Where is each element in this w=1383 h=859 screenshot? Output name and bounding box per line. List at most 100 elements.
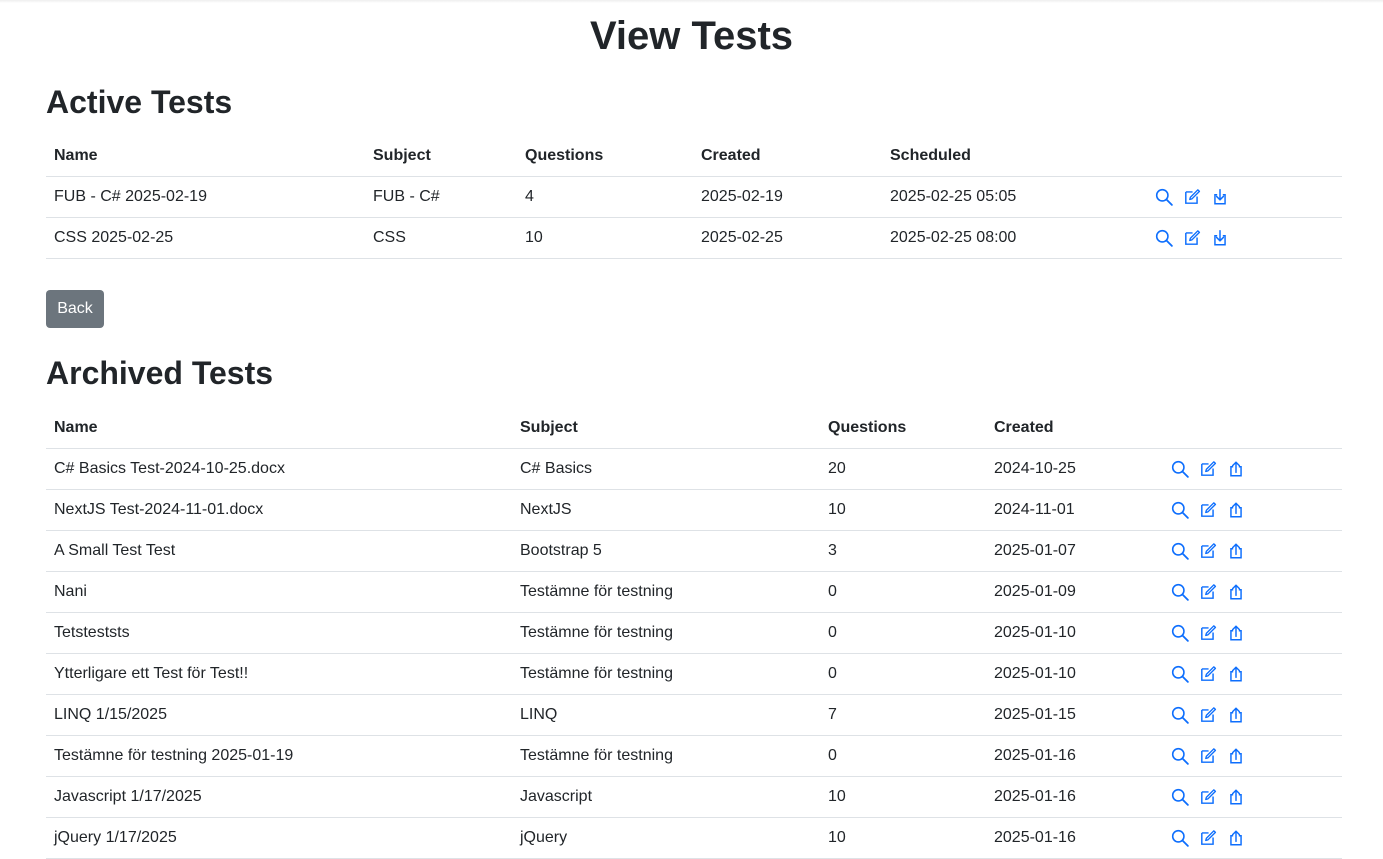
col-subject: Subject <box>365 136 517 177</box>
edit-icon[interactable] <box>1199 460 1217 478</box>
search-icon[interactable] <box>1171 788 1189 806</box>
search-icon[interactable] <box>1171 624 1189 642</box>
search-icon[interactable] <box>1155 229 1173 247</box>
search-icon[interactable] <box>1171 665 1189 683</box>
table-row: C# Basics Test-2024-10-25.docx C# Basics 2… <box>46 448 1342 490</box>
row-actions <box>1163 612 1342 654</box>
cell-name: Tetsteststs <box>46 612 512 654</box>
row-actions <box>1163 530 1342 572</box>
edit-icon[interactable] <box>1199 624 1217 642</box>
upload-icon[interactable] <box>1227 542 1245 560</box>
cell-created: 2024-11-01 <box>986 489 1163 531</box>
col-questions: Questions <box>820 408 986 449</box>
cell-name: Ytterligare ett Test för Test!! <box>46 653 512 695</box>
upload-icon[interactable] <box>1227 829 1245 847</box>
cell-subject: C# Basics <box>512 448 820 490</box>
table-row: Testämne för testning 2025-01-19 Testämne… <box>46 735 1342 777</box>
cell-name: NextJS Test-2024-11-01.docx <box>46 489 512 531</box>
edit-icon[interactable] <box>1183 188 1201 206</box>
edit-icon[interactable] <box>1199 829 1217 847</box>
upload-icon[interactable] <box>1227 624 1245 642</box>
download-icon[interactable] <box>1211 188 1229 206</box>
col-name: Name <box>46 408 512 449</box>
cell-name: Testämne för testning 2025-01-19 <box>46 735 512 777</box>
edit-icon[interactable] <box>1199 788 1217 806</box>
table-row: FUB - C# 2025-02-19 FUB - C# 4 2025-02-19 20… <box>46 176 1342 218</box>
upload-icon[interactable] <box>1227 460 1245 478</box>
top-edge <box>0 0 1383 3</box>
cell-created: 2025-01-15 <box>986 694 1163 736</box>
cell-created: 2025-01-16 <box>986 817 1163 859</box>
table-row: Tetsteststs Testämne för testning 0 2025-01… <box>46 612 1342 654</box>
row-actions <box>1163 694 1342 736</box>
cell-subject: Javascript <box>512 776 820 818</box>
cell-questions: 0 <box>820 653 986 695</box>
archived-header-row: Name Subject Questions Created <box>46 408 1342 449</box>
row-actions <box>1163 571 1342 613</box>
search-icon[interactable] <box>1171 706 1189 724</box>
cell-questions: 10 <box>820 489 986 531</box>
search-icon[interactable] <box>1171 542 1189 560</box>
upload-icon[interactable] <box>1227 665 1245 683</box>
cell-created: 2025-01-07 <box>986 530 1163 572</box>
download-icon[interactable] <box>1211 229 1229 247</box>
search-icon[interactable] <box>1171 583 1189 601</box>
edit-icon[interactable] <box>1199 747 1217 765</box>
cell-name: Javascript 1/17/2025 <box>46 776 512 818</box>
cell-subject: LINQ <box>512 694 820 736</box>
edit-icon[interactable] <box>1199 665 1217 683</box>
active-tests-heading: Active Tests <box>46 84 233 120</box>
table-row: Ytterligare ett Test för Test!! Testämne … <box>46 653 1342 695</box>
cell-name: C# Basics Test-2024-10-25.docx <box>46 448 512 490</box>
cell-subject: Testämne för testning <box>512 735 820 777</box>
row-actions <box>1163 776 1342 818</box>
cell-subject: Testämne för testning <box>512 612 820 654</box>
row-actions <box>1163 448 1342 490</box>
edit-icon[interactable] <box>1199 542 1217 560</box>
upload-icon[interactable] <box>1227 788 1245 806</box>
row-actions <box>1163 735 1342 777</box>
table-row: CSS 2025-02-25 CSS 10 2025-02-25 2025-02-25 … <box>46 217 1342 259</box>
edit-icon[interactable] <box>1199 706 1217 724</box>
upload-icon[interactable] <box>1227 706 1245 724</box>
cell-scheduled: 2025-02-25 08:00 <box>882 217 1147 259</box>
edit-icon[interactable] <box>1183 229 1201 247</box>
col-scheduled: Scheduled <box>882 136 1147 177</box>
archived-tests-table: Name Subject Questions Created C# Basics… <box>46 408 1342 859</box>
cell-name: FUB - C# 2025-02-19 <box>46 176 365 218</box>
table-row: A Small Test Test Bootstrap 5 3 2025-01-07 <box>46 530 1342 572</box>
cell-name: jQuery 1/17/2025 <box>46 817 512 859</box>
upload-icon[interactable] <box>1227 747 1245 765</box>
col-actions <box>1147 136 1342 177</box>
cell-questions: 3 <box>820 530 986 572</box>
row-actions <box>1147 217 1342 259</box>
cell-name: Nani <box>46 571 512 613</box>
row-actions <box>1163 653 1342 695</box>
cell-questions: 4 <box>517 176 693 218</box>
search-icon[interactable] <box>1171 747 1189 765</box>
cell-questions: 10 <box>820 817 986 859</box>
cell-subject: CSS <box>365 217 517 259</box>
col-questions: Questions <box>517 136 693 177</box>
search-icon[interactable] <box>1155 188 1173 206</box>
back-button[interactable]: Back <box>46 290 104 328</box>
search-icon[interactable] <box>1171 460 1189 478</box>
archived-tests-heading: Archived Tests <box>46 355 274 391</box>
table-row: LINQ 1/15/2025 LINQ 7 2025-01-15 <box>46 694 1342 736</box>
search-icon[interactable] <box>1171 829 1189 847</box>
row-actions <box>1163 489 1342 531</box>
cell-created: 2025-02-19 <box>693 176 882 218</box>
col-subject: Subject <box>512 408 820 449</box>
upload-icon[interactable] <box>1227 583 1245 601</box>
cell-subject: NextJS <box>512 489 820 531</box>
cell-questions: 10 <box>517 217 693 259</box>
search-icon[interactable] <box>1171 501 1189 519</box>
cell-questions: 0 <box>820 612 986 654</box>
cell-questions: 7 <box>820 694 986 736</box>
cell-created: 2025-01-10 <box>986 653 1163 695</box>
upload-icon[interactable] <box>1227 501 1245 519</box>
edit-icon[interactable] <box>1199 501 1217 519</box>
cell-created: 2025-01-10 <box>986 612 1163 654</box>
col-actions <box>1163 408 1342 449</box>
edit-icon[interactable] <box>1199 583 1217 601</box>
